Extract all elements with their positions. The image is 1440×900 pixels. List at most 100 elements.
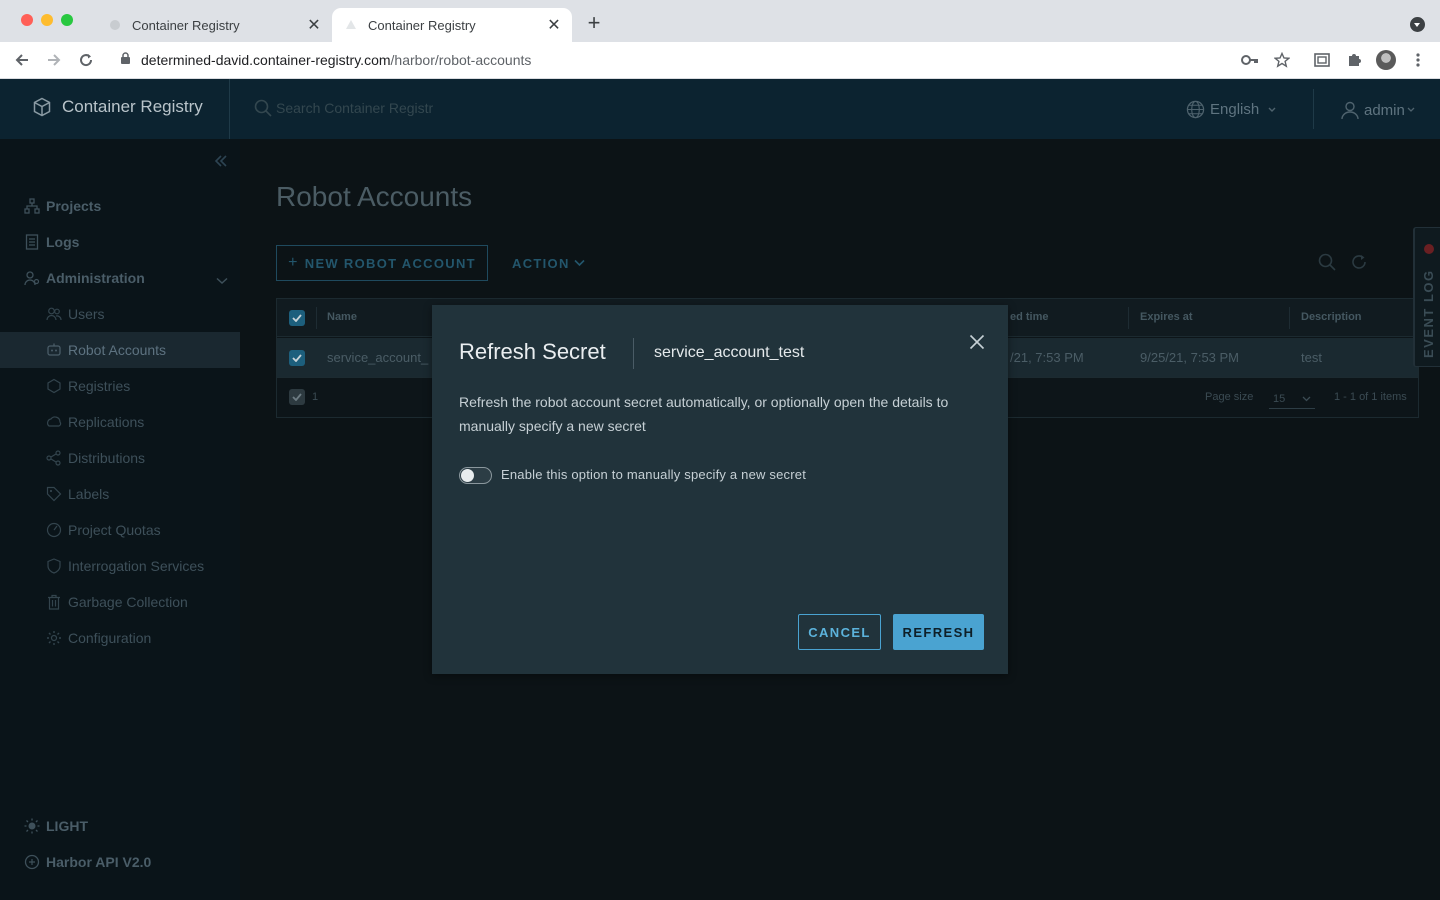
sidebar-item-label: Labels	[68, 486, 110, 502]
reload-icon[interactable]	[76, 50, 96, 70]
search-icon	[254, 99, 272, 117]
sidebar-item-administration[interactable]: Administration	[0, 260, 240, 296]
user-menu[interactable]: admin	[1340, 100, 1415, 120]
replications-icon	[46, 414, 62, 430]
footer-selection-checkbox[interactable]	[289, 389, 305, 405]
chevron-down-icon	[1302, 393, 1311, 405]
maximize-window-button[interactable]	[61, 14, 73, 26]
extensions-puzzle-icon[interactable]	[1344, 50, 1364, 70]
sidebar-item-label: Garbage Collection	[68, 594, 188, 610]
column-header-time[interactable]: ed time	[1010, 311, 1049, 323]
sidebar-item-replications[interactable]: Replications	[0, 404, 240, 440]
sidebar-item-labels[interactable]: Labels	[0, 476, 240, 512]
manual-secret-toggle[interactable]	[459, 467, 492, 484]
plus-icon: +	[288, 254, 299, 271]
sidebar-item-interrogation-services[interactable]: Interrogation Services	[0, 548, 240, 584]
tab-close-icon[interactable]: ✕	[542, 15, 566, 35]
profile-avatar[interactable]	[1376, 50, 1396, 70]
search-input[interactable]	[276, 100, 466, 116]
tab-close-icon[interactable]: ✕	[302, 15, 326, 35]
sidebar-item-label: Interrogation Services	[68, 558, 205, 574]
sidebar-item-distributions[interactable]: Distributions	[0, 440, 240, 476]
column-header-description[interactable]: Description	[1301, 311, 1362, 323]
row-checkbox[interactable]	[289, 350, 305, 366]
search-icon[interactable]	[1318, 253, 1336, 276]
event-log-tab[interactable]: EVENT LOG	[1413, 227, 1440, 367]
sidebar-item-label: Distributions	[68, 450, 146, 466]
column-separator	[1289, 307, 1290, 329]
user-icon	[1341, 101, 1359, 120]
column-header-expires[interactable]: Expires at	[1140, 311, 1193, 323]
url-host: determined-david.container-registry.com	[141, 52, 391, 68]
language-label: English	[1210, 101, 1260, 118]
brand-name: Container Registry	[62, 97, 203, 116]
collapse-sidebar-icon[interactable]	[214, 151, 228, 172]
select-all-checkbox[interactable]	[289, 310, 305, 326]
harbor-api-link[interactable]: Harbor API V2.0	[0, 844, 240, 880]
minimize-window-button[interactable]	[41, 14, 53, 26]
bookmark-star-icon[interactable]	[1272, 50, 1292, 70]
row-expires-at: 9/25/21, 7:53 PM	[1140, 350, 1240, 365]
refresh-button[interactable]: REFRESH	[893, 614, 984, 650]
url-path: /harbor/robot-accounts	[390, 52, 532, 68]
cancel-button[interactable]: CANCEL	[798, 614, 881, 650]
users-icon	[46, 306, 62, 322]
column-header-name[interactable]: Name	[327, 311, 357, 323]
sidebar-item-logs[interactable]: Logs	[0, 224, 240, 260]
sidebar-item-project-quotas[interactable]: Project Quotas	[0, 512, 240, 548]
modal-title-divider	[633, 338, 634, 369]
header-divider	[1313, 89, 1314, 129]
row-name[interactable]: service_account_	[327, 350, 428, 365]
page-size-select[interactable]: 15	[1269, 387, 1315, 409]
sidebar-item-label: Robot Accounts	[68, 342, 167, 358]
tab-search-icon[interactable]	[1410, 17, 1425, 32]
event-alert-badge	[1424, 244, 1434, 254]
registries-icon	[46, 378, 62, 394]
address-bar[interactable]: determined-david.container-registry.com /…	[108, 46, 1302, 74]
global-search[interactable]	[254, 99, 466, 117]
sidebar-item-label: Project Quotas	[68, 522, 161, 538]
distributions-icon	[46, 450, 62, 466]
cube-logo-icon	[33, 97, 51, 117]
robot-icon	[46, 342, 62, 358]
back-arrow-icon[interactable]	[12, 50, 32, 70]
harbor-favicon-icon	[344, 18, 358, 32]
row-created-time: /21, 7:53 PM	[1010, 350, 1084, 365]
action-dropdown[interactable]: ACTION	[512, 245, 585, 281]
refresh-icon[interactable]	[1350, 253, 1368, 276]
screen-capture-icon[interactable]	[1312, 50, 1332, 70]
refresh-secret-modal: Refresh Secret service_account_test Refr…	[432, 305, 1008, 674]
new-tab-button[interactable]: +	[584, 12, 604, 34]
username: admin	[1364, 101, 1405, 119]
new-robot-account-button[interactable]: + NEW ROBOT ACCOUNT	[276, 245, 488, 281]
theme-toggle-label: LIGHT	[46, 818, 88, 834]
sidebar-item-label: Projects	[46, 198, 102, 214]
browser-tab-active[interactable]: Container Registry ✕	[332, 8, 572, 42]
event-log-label: EVENT LOG	[1421, 269, 1436, 358]
sidebar-item-robot-accounts[interactable]: Robot Accounts	[0, 332, 240, 368]
chevron-down-icon	[216, 272, 228, 288]
app-header: Container Registry English admin	[0, 79, 1440, 139]
browser-tab[interactable]: Container Registry ✕	[96, 8, 332, 42]
quotas-icon	[46, 522, 62, 538]
lock-icon	[120, 52, 131, 68]
browser-menu-icon[interactable]	[1408, 50, 1428, 70]
theme-toggle[interactable]: LIGHT	[0, 808, 240, 844]
labels-icon	[46, 486, 62, 502]
close-window-button[interactable]	[21, 14, 33, 26]
api-icon	[24, 854, 40, 870]
sidebar-item-registries[interactable]: Registries	[0, 368, 240, 404]
sidebar-item-configuration[interactable]: Configuration	[0, 620, 240, 656]
sidebar-item-garbage-collection[interactable]: Garbage Collection	[0, 584, 240, 620]
language-selector[interactable]: English	[1186, 100, 1277, 119]
close-icon[interactable]	[967, 332, 987, 352]
sidebar-item-projects[interactable]: Projects	[0, 188, 240, 224]
key-icon[interactable]	[1240, 50, 1260, 70]
chevron-down-icon	[1268, 107, 1276, 112]
tab-title: Container Registry	[132, 17, 240, 33]
trash-icon	[46, 594, 62, 610]
brand-logo[interactable]: Container Registry	[32, 97, 203, 117]
sidebar-item-users[interactable]: Users	[0, 296, 240, 332]
logs-icon	[24, 234, 40, 250]
forward-arrow-icon[interactable]	[44, 50, 64, 70]
